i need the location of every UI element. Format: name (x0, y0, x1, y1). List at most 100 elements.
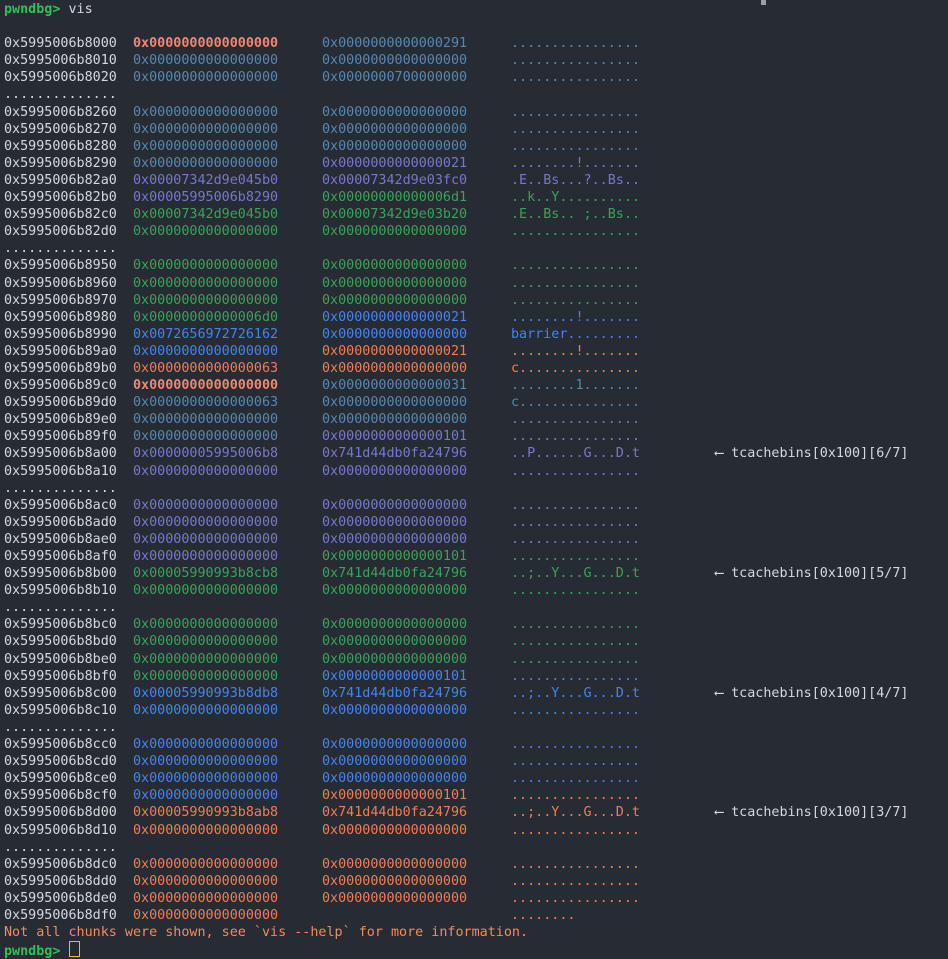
chunk-address: 0x5995006b8cd0 (4, 753, 133, 770)
heap-row: 0x5995006b89600x00000000000000000x000000… (4, 275, 948, 292)
ascii-preview: ................ (511, 822, 715, 839)
chunk-address: 0x5995006b8bc0 (4, 616, 133, 633)
chunk-address: 0x5995006b8b00 (4, 565, 133, 582)
heap-row: 0x5995006b89900x00726569727261620x000000… (4, 326, 948, 343)
chunk-address: 0x5995006b8a10 (4, 463, 133, 480)
ascii-preview: ................ (511, 753, 715, 770)
chunk-address: 0x5995006b8d00 (4, 804, 133, 821)
qword-value-1: 0x0000000000000000 (133, 616, 322, 633)
heap-row: 0x5995006b8d100x00000000000000000x000000… (4, 822, 948, 839)
command-text: vis (60, 2, 92, 17)
qword-value-1: 0x0000000000000000 (133, 856, 322, 873)
prompt-label: pwndbg> (4, 944, 60, 959)
ascii-preview: .E..Bs...?..Bs.. (511, 172, 715, 189)
footer-warning-text: Not all chunks were shown, see `vis --he… (4, 925, 528, 940)
qword-value-1: 0x00007342d9e045b0 (133, 172, 322, 189)
qword-value-1: 0x0000000000000000 (133, 463, 322, 480)
chunk-address: 0x5995006b8ad0 (4, 514, 133, 531)
qword-value-2: 0x0000000000000000 (322, 753, 511, 770)
chunk-address: 0x5995006b8270 (4, 121, 133, 138)
tcache-annotation: ⟵ tcachebins[0x100][4/7] (715, 685, 908, 702)
heap-row: 0x5995006b8bf00x00000000000000000x000000… (4, 668, 948, 685)
ascii-preview: ................ (511, 104, 715, 121)
chunk-address: 0x5995006b8290 (4, 155, 133, 172)
heap-row: 0x5995006b80200x00000000000000000x000000… (4, 69, 948, 86)
chunk-address: 0x5995006b8c10 (4, 702, 133, 719)
heap-row: 0x5995006b8ac00x00000000000000000x000000… (4, 497, 948, 514)
qword-value-2: 0x00007342d9e03fc0 (322, 172, 511, 189)
footer-warning: Not all chunks were shown, see `vis --he… (4, 924, 948, 941)
ascii-preview: c............... (511, 360, 715, 377)
chunk-separator: .............. (4, 240, 948, 257)
chunk-address: 0x5995006b8ae0 (4, 531, 133, 548)
chunk-address: 0x5995006b89b0 (4, 360, 133, 377)
chunk-address: 0x5995006b8980 (4, 309, 133, 326)
qword-value-2: 0x0000000000000000 (322, 326, 511, 343)
terminal-screen[interactable]: pwndbg> vis 0x5995006b80000x000000000000… (0, 0, 948, 959)
ascii-preview: ................ (511, 787, 715, 804)
heap-row: 0x5995006b8d000x00005990993b8ab80x741d44… (4, 804, 948, 821)
qword-value-2: 0x0000000000000000 (322, 616, 511, 633)
chunk-address: 0x5995006b8ac0 (4, 497, 133, 514)
qword-value-1: 0x0000000000000000 (133, 104, 322, 121)
qword-value-1: 0x0000000000000000 (133, 257, 322, 274)
chunk-address: 0x5995006b8cc0 (4, 736, 133, 753)
ascii-preview: ................ (511, 702, 715, 719)
qword-value-2: 0x0000000000000000 (322, 514, 511, 531)
qword-value-2: 0x0000000000000000 (322, 770, 511, 787)
ascii-preview: ................ (511, 292, 715, 309)
chunk-address: 0x5995006b8ce0 (4, 770, 133, 787)
qword-value-1: 0x00000000000006d0 (133, 309, 322, 326)
chunk-address: 0x5995006b8bd0 (4, 633, 133, 650)
qword-value-2: 0x0000000000000000 (322, 736, 511, 753)
separator-dots: .............. (4, 720, 117, 735)
shell-prompt: pwndbg> (4, 941, 948, 958)
heap-row: 0x5995006b8a000x00000005995006b80x741d44… (4, 445, 948, 462)
qword-value-1: 0x0000000000000000 (133, 651, 322, 668)
chunk-address: 0x5995006b8cf0 (4, 787, 133, 804)
ascii-preview: ........ (511, 907, 715, 924)
qword-value-1: 0x0000000000000000 (133, 753, 322, 770)
heap-row: 0x5995006b89d00x00000000000000630x000000… (4, 394, 948, 411)
qword-value-2: 0x00007342d9e03b20 (322, 206, 511, 223)
qword-value-1: 0x0000000000000000 (133, 736, 322, 753)
ascii-preview: ................ (511, 514, 715, 531)
qword-value-1: 0x0000000000000000 (133, 770, 322, 787)
chunk-address: 0x5995006b82a0 (4, 172, 133, 189)
qword-value-1: 0x0000000000000000 (133, 35, 322, 52)
chunk-address: 0x5995006b89c0 (4, 377, 133, 394)
ascii-preview: ................ (511, 668, 715, 685)
heap-row: 0x5995006b8cd00x00000000000000000x000000… (4, 753, 948, 770)
heap-row: 0x5995006b80100x00000000000000000x000000… (4, 52, 948, 69)
qword-value-1: 0x0000000000000000 (133, 890, 322, 907)
ascii-preview: ................ (511, 428, 715, 445)
heap-row: 0x5995006b8c100x00000000000000000x000000… (4, 702, 948, 719)
qword-value-2: 0x00000000000006d1 (322, 189, 511, 206)
ascii-preview: ................ (511, 651, 715, 668)
chunk-address: 0x5995006b8a00 (4, 445, 133, 462)
qword-value-1: 0x0000000000000000 (133, 138, 322, 155)
heap-row: 0x5995006b89700x00000000000000000x000000… (4, 292, 948, 309)
heap-row: 0x5995006b8ae00x00000000000000000x000000… (4, 531, 948, 548)
qword-value-2: 0x0000000700000000 (322, 69, 511, 86)
chunk-separator: .............. (4, 480, 948, 497)
heap-row: 0x5995006b82c00x00007342d9e045b00x000073… (4, 206, 948, 223)
qword-value-1: 0x0000000000000000 (133, 343, 322, 360)
ascii-preview: ................ (511, 856, 715, 873)
qword-value-1: 0x00005990993b8cb8 (133, 565, 322, 582)
chunk-address: 0x5995006b8dc0 (4, 856, 133, 873)
ascii-preview: ..;..Y...G...D.t (511, 685, 715, 702)
ascii-preview: ................ (511, 138, 715, 155)
chunk-separator: .............. (4, 599, 948, 616)
chunk-address: 0x5995006b89a0 (4, 343, 133, 360)
qword-value-1: 0x0000000000000000 (133, 548, 322, 565)
tcache-annotation: ⟵ tcachebins[0x100][3/7] (715, 804, 908, 821)
chunk-address: 0x5995006b8280 (4, 138, 133, 155)
qword-value-1: 0x0000000000000000 (133, 155, 322, 172)
qword-value-2: 0x0000000000000000 (322, 463, 511, 480)
qword-value-2: 0x0000000000000101 (322, 428, 511, 445)
separator-dots: .............. (4, 241, 117, 256)
qword-value-2: 0x0000000000000000 (322, 52, 511, 69)
chunk-address: 0x5995006b8b10 (4, 582, 133, 599)
heap-row: 0x5995006b82b00x00005995006b82900x000000… (4, 189, 948, 206)
